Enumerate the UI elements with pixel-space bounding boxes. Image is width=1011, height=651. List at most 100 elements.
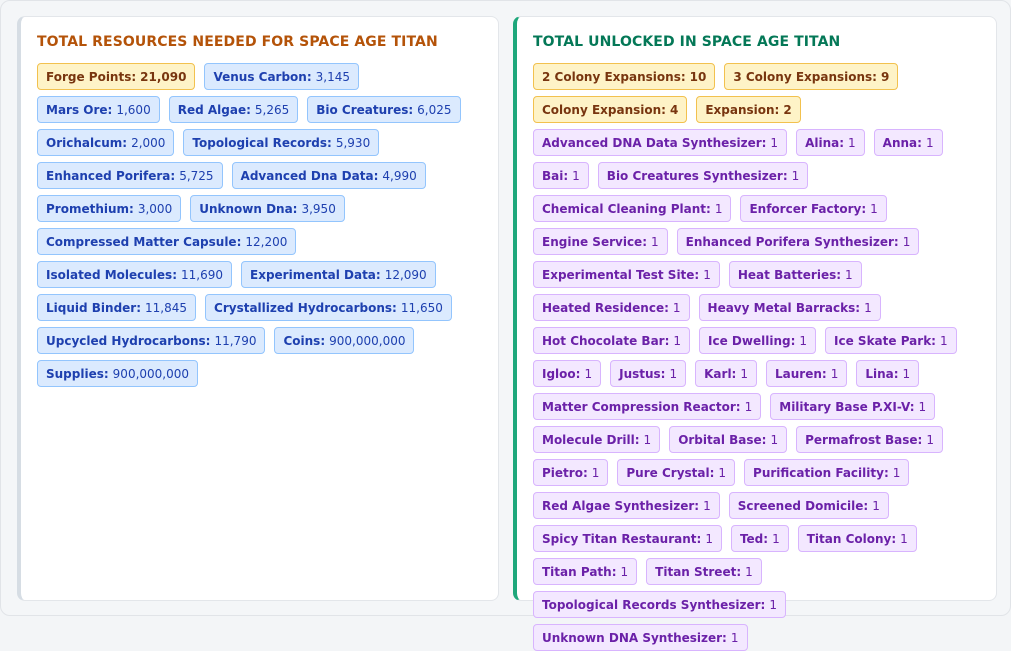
unlock-chip-label: Advanced DNA Data Synthesizer: bbox=[542, 135, 767, 150]
unlock-chip-label: Pietro: bbox=[542, 465, 588, 480]
resource-chip-label: Liquid Binder: bbox=[46, 300, 142, 315]
unlock-chip: 3 Colony Expansions: 9 bbox=[724, 63, 899, 90]
resource-chip: Advanced Dna Data: 4,990 bbox=[231, 162, 426, 189]
unlock-chip-label: Lauren: bbox=[775, 366, 827, 381]
resource-chip: Supplies: 900,000,000 bbox=[37, 360, 199, 387]
resource-chip: Red Algae: 5,265 bbox=[168, 96, 299, 123]
unlock-chip-label: Red Algae Synthesizer: bbox=[542, 498, 700, 513]
unlock-chip-label: Heat Batteries: bbox=[737, 267, 842, 282]
unlock-chip-value: 1 bbox=[584, 366, 593, 381]
unlock-chip-label: Titan Street: bbox=[655, 564, 742, 579]
resource-chip-value: 900,000,000 bbox=[329, 333, 406, 348]
unlock-chip-value: 4 bbox=[669, 102, 679, 117]
resource-chip: Crystallized Hydrocarbons: 11,650 bbox=[205, 294, 452, 321]
unlocked-list: 2 Colony Expansions: 10 3 Colony Expansion… bbox=[533, 63, 984, 651]
unlock-chip-value: 1 bbox=[718, 465, 727, 480]
unlock-chip-label: Bio Creatures Synthesizer: bbox=[606, 168, 788, 183]
resource-chip: Mars Ore: 1,600 bbox=[37, 96, 160, 123]
unlock-chip: Igloo: 1 bbox=[533, 360, 602, 387]
resource-chip-label: Isolated Molecules: bbox=[46, 267, 177, 282]
unlock-chip-label: Hot Chocolate Bar: bbox=[542, 333, 670, 348]
resource-chip-value: 1,600 bbox=[116, 102, 151, 117]
resource-chip: Enhanced Porifera: 5,725 bbox=[37, 162, 223, 189]
unlock-chip-value: 1 bbox=[744, 399, 753, 414]
resource-chip-label: Supplies: bbox=[46, 366, 109, 381]
resource-chip-value: 11,650 bbox=[400, 300, 443, 315]
unlock-chip-value: 1 bbox=[572, 168, 580, 183]
unlock-chip: Military Base P.XI-V: 1 bbox=[770, 393, 936, 420]
unlock-chip-value: 1 bbox=[651, 234, 659, 249]
unlock-chip-label: Screened Domicile: bbox=[737, 498, 869, 513]
unlock-chip-value: 10 bbox=[689, 69, 707, 84]
unlock-chip-value: 1 bbox=[730, 630, 739, 645]
unlock-chip-value: 1 bbox=[772, 531, 780, 546]
unlock-chip: Pure Crystal: 1 bbox=[617, 459, 736, 486]
unlock-chip: Justus: 1 bbox=[610, 360, 687, 387]
resources-needed-panel: TOTAL RESOURCES NEEDED FOR SPACE AGE TIT… bbox=[17, 16, 499, 601]
unlock-chip: 2 Colony Expansions: 10 bbox=[533, 63, 716, 90]
unlock-chip-label: Ted: bbox=[739, 531, 769, 546]
unlock-chip-label: Lina: bbox=[865, 366, 899, 381]
unlock-chip-value: 1 bbox=[745, 564, 753, 579]
unlock-chip: Anna: 1 bbox=[873, 129, 943, 156]
unlock-chip-label: Chemical Cleaning Plant: bbox=[542, 201, 711, 216]
resource-chip-value: 2,000 bbox=[131, 135, 166, 150]
unlock-chip: Purification Facility: 1 bbox=[744, 459, 910, 486]
resource-chip: Promethium: 3,000 bbox=[37, 195, 182, 222]
unlock-chip: Ice Skate Park: 1 bbox=[825, 327, 957, 354]
unlock-chip-label: Heavy Metal Barracks: bbox=[707, 300, 861, 315]
unlock-chip-value: 1 bbox=[926, 432, 934, 447]
unlock-chip: Molecule Drill: 1 bbox=[533, 426, 661, 453]
resource-chip: Liquid Binder: 11,845 bbox=[37, 294, 197, 321]
resource-chip-label: Venus Carbon: bbox=[213, 69, 312, 84]
unlock-chip-label: Ice Dwelling: bbox=[708, 333, 796, 348]
resource-chip-label: Topological Records: bbox=[192, 135, 332, 150]
unlock-chip-value: 1 bbox=[872, 498, 880, 513]
resources-needed-list: Forge Points: 21,090 Venus Carbon: 3,145 Mar… bbox=[37, 63, 486, 387]
unlock-chip-label: Spicy Titan Restaurant: bbox=[542, 531, 702, 546]
unlock-chip-value: 1 bbox=[643, 432, 652, 447]
unlock-chip-label: Titan Colony: bbox=[806, 531, 897, 546]
unlock-chip: Ted: 1 bbox=[730, 525, 789, 552]
resource-chip-value: 900,000,000 bbox=[112, 366, 190, 381]
unlock-chip-label: Bai: bbox=[542, 168, 569, 183]
resource-chip: Upcycled Hydrocarbons: 11,790 bbox=[37, 327, 266, 354]
resource-chip-value: 4,990 bbox=[382, 168, 417, 183]
unlock-chip-value: 1 bbox=[925, 135, 934, 150]
unlock-chip: Orbital Base: 1 bbox=[669, 426, 788, 453]
unlock-chip-value: 1 bbox=[902, 234, 911, 249]
unlock-chip-value: 1 bbox=[673, 333, 682, 348]
unlock-chip-value: 1 bbox=[799, 333, 808, 348]
resource-chip-value: 3,145 bbox=[315, 69, 351, 84]
resource-chip: Experimental Data: 12,090 bbox=[241, 261, 436, 288]
unlock-chip-value: 1 bbox=[902, 366, 911, 381]
unlock-chip-value: 1 bbox=[740, 366, 748, 381]
unlock-chip-label: Purification Facility: bbox=[753, 465, 889, 480]
unlock-chip-label: Heated Residence: bbox=[542, 300, 669, 315]
unlock-chip: Pietro: 1 bbox=[533, 459, 609, 486]
resource-chip-value: 21,090 bbox=[140, 69, 187, 84]
unlock-chip-value: 1 bbox=[705, 531, 713, 546]
unlock-chip: Experimental Test Site: 1 bbox=[533, 261, 720, 288]
unlock-chip-label: Expansion: bbox=[705, 102, 780, 117]
unlock-chip-label: Karl: bbox=[704, 366, 737, 381]
unlock-chip-label: Colony Expansion: bbox=[542, 102, 666, 117]
unlock-chip: Heavy Metal Barracks: 1 bbox=[698, 294, 881, 321]
unlock-chip-value: 2 bbox=[783, 102, 792, 117]
unlock-chip: Unknown DNA Synthesizer: 1 bbox=[533, 624, 748, 651]
unlock-chip-label: Experimental Test Site: bbox=[542, 267, 700, 282]
unlock-chip-label: Enhanced Porifera Synthesizer: bbox=[685, 234, 899, 249]
unlock-chip-value: 1 bbox=[830, 366, 839, 381]
unlock-chip: Permafrost Base: 1 bbox=[796, 426, 943, 453]
resource-chip-label: Crystallized Hydrocarbons: bbox=[214, 300, 397, 315]
resource-chip-label: Upcycled Hydrocarbons: bbox=[46, 333, 211, 348]
unlock-chip-label: 3 Colony Expansions: bbox=[733, 69, 877, 84]
unlock-chip-value: 1 bbox=[769, 597, 777, 612]
unlock-chip-value: 1 bbox=[845, 267, 853, 282]
unlock-chip-value: 1 bbox=[770, 432, 779, 447]
resource-chip: Orichalcum: 2,000 bbox=[37, 129, 175, 156]
resource-chip-label: Mars Ore: bbox=[46, 102, 113, 117]
unlock-chip: Ice Dwelling: 1 bbox=[699, 327, 817, 354]
unlock-chip-value: 1 bbox=[939, 333, 948, 348]
resource-chip: Compressed Matter Capsule: 12,200 bbox=[37, 228, 297, 255]
